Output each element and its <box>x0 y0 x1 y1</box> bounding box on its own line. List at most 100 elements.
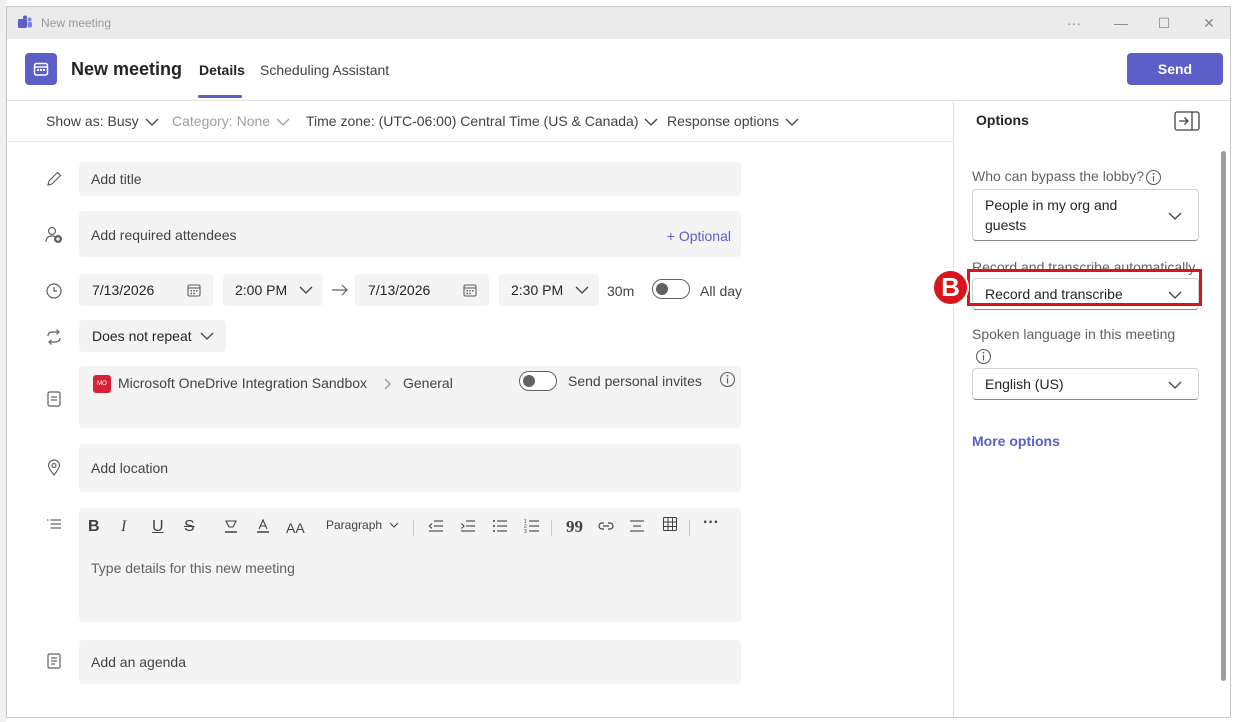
repeat-dropdown[interactable]: Does not repeat <box>79 320 226 352</box>
start-date-picker[interactable]: 7/13/2026 <box>79 274 213 306</box>
chevron-right-icon <box>384 378 391 390</box>
lobby-value-line2: guests <box>985 217 1027 233</box>
language-value: English (US) <box>985 376 1064 392</box>
meeting-header: New meeting Details Scheduling Assistant… <box>7 39 1230 101</box>
maximize-icon[interactable]: ☐ <box>1152 13 1176 33</box>
chevron-down-icon <box>575 286 589 294</box>
channel-name: General <box>403 375 453 391</box>
decrease-indent-icon[interactable] <box>428 518 444 534</box>
font-size-icon[interactable]: AA <box>286 520 305 536</box>
quote-icon[interactable]: 99 <box>566 517 583 537</box>
window-title: New meeting <box>41 16 112 30</box>
start-time-value: 2:00 PM <box>235 282 288 298</box>
info-icon[interactable] <box>975 348 992 365</box>
toolbar-divider <box>413 520 414 536</box>
personal-invites-toggle[interactable] <box>519 371 557 391</box>
table-icon[interactable] <box>662 516 678 532</box>
lobby-dropdown[interactable]: People in my org and guests <box>972 189 1199 241</box>
chevron-down-icon <box>785 118 799 127</box>
chevron-down-icon <box>276 118 290 127</box>
start-time-dropdown[interactable]: 2:00 PM <box>223 274 323 306</box>
category-dropdown[interactable]: Category: None <box>172 113 290 129</box>
calendar-icon <box>187 284 201 297</box>
info-icon[interactable] <box>719 371 736 388</box>
meeting-options-bar: Show as: Busy Category: None Time zone: … <box>7 101 953 142</box>
paragraph-dropdown[interactable]: Paragraph <box>326 518 399 532</box>
increase-indent-icon[interactable] <box>460 518 476 534</box>
arrow-right-icon <box>332 284 348 296</box>
highlight-box <box>967 269 1202 306</box>
meeting-window: New meeting ··· — ☐ ✕ New meeting Detail… <box>6 6 1231 718</box>
time-zone-dropdown[interactable]: Time zone: (UTC-06:00) Central Time (US … <box>306 113 658 129</box>
chevron-down-icon <box>645 118 658 127</box>
channel-icon <box>47 391 61 407</box>
all-day-label: All day <box>700 283 743 299</box>
minimize-icon[interactable]: — <box>1109 13 1133 33</box>
optional-attendees-link[interactable]: + Optional <box>667 228 731 244</box>
channel-field[interactable]: MO Microsoft OneDrive Integration Sandbo… <box>79 366 741 428</box>
agenda-icon <box>47 653 61 669</box>
bulleted-list-icon[interactable] <box>492 518 508 534</box>
agenda-placeholder: Add an agenda <box>91 654 186 670</box>
repeat-value: Does not repeat <box>92 328 192 344</box>
options-scrollbar[interactable] <box>1221 151 1226 681</box>
attendees-placeholder: Add required attendees <box>91 227 237 243</box>
response-options-label: Response options <box>667 113 780 129</box>
title-bar: New meeting ··· — ☐ ✕ <box>7 7 1230 39</box>
chevron-down-icon <box>200 332 214 340</box>
options-pane: Options Who can bypass the lobby? People… <box>953 101 1230 717</box>
info-icon[interactable] <box>1145 169 1162 186</box>
font-color-icon[interactable] <box>255 518 271 534</box>
close-icon[interactable]: ✕ <box>1197 13 1221 33</box>
annotation-marker: B <box>932 269 969 306</box>
personal-invites-label: Send personal invites <box>568 373 702 389</box>
category-label: Category: None <box>172 113 271 129</box>
more-window-icon[interactable]: ··· <box>1062 13 1086 33</box>
details-placeholder: Type details for this new meeting <box>91 560 295 576</box>
tab-details[interactable]: Details <box>199 62 245 78</box>
collapse-pane-icon[interactable] <box>1174 111 1200 131</box>
details-editor[interactable]: B I U S AA Paragraph 123 99 ··· Type det… <box>79 508 741 622</box>
highlight-icon[interactable] <box>223 518 239 534</box>
start-date-value: 7/13/2026 <box>92 282 155 298</box>
underline-icon[interactable]: U <box>152 518 164 536</box>
chevron-down-icon <box>145 118 159 127</box>
bold-icon[interactable]: B <box>88 518 100 536</box>
channel-team-name: Microsoft OneDrive Integration Sandbox <box>118 375 368 391</box>
show-as-dropdown[interactable]: Show as: Busy <box>46 113 159 129</box>
align-center-icon[interactable] <box>629 518 645 534</box>
strikethrough-icon[interactable]: S <box>184 518 195 536</box>
paragraph-label: Paragraph <box>326 518 383 532</box>
italic-icon[interactable]: I <box>121 518 126 536</box>
chevron-down-icon <box>299 286 313 294</box>
title-placeholder: Add title <box>91 171 142 187</box>
time-zone-label: Time zone: (UTC-06:00) Central Time (US … <box>306 113 639 129</box>
tab-scheduling-assistant[interactable]: Scheduling Assistant <box>260 62 389 78</box>
link-icon[interactable] <box>597 519 615 533</box>
send-button[interactable]: Send <box>1127 53 1223 85</box>
numbered-list-icon[interactable]: 123 <box>524 518 540 534</box>
chevron-down-icon <box>390 522 399 529</box>
calendar-icon <box>25 53 57 85</box>
chevron-down-icon <box>1168 381 1182 389</box>
team-avatar: MO <box>93 375 111 393</box>
calendar-icon <box>463 284 477 297</box>
show-as-label: Show as: Busy <box>46 113 139 129</box>
duration-label: 30m <box>607 283 635 299</box>
response-options-dropdown[interactable]: Response options <box>667 113 799 129</box>
repeat-icon <box>47 329 61 345</box>
more-options-link[interactable]: More options <box>972 433 1060 449</box>
location-input[interactable]: Add location <box>79 444 741 492</box>
end-time-dropdown[interactable]: 2:30 PM <box>499 274 599 306</box>
page-title: New meeting <box>71 59 183 79</box>
attendees-input[interactable]: Add required attendees + Optional <box>79 211 741 257</box>
all-day-toggle[interactable] <box>652 279 690 299</box>
end-time-value: 2:30 PM <box>511 282 564 298</box>
toolbar-divider <box>551 520 552 536</box>
end-date-picker[interactable]: 7/13/2026 <box>355 274 489 306</box>
language-dropdown[interactable]: English (US) <box>972 368 1199 400</box>
agenda-input[interactable]: Add an agenda <box>79 640 741 684</box>
more-formatting-icon[interactable]: ··· <box>703 514 719 532</box>
location-placeholder: Add location <box>91 460 169 476</box>
title-input[interactable]: Add title <box>79 162 741 196</box>
